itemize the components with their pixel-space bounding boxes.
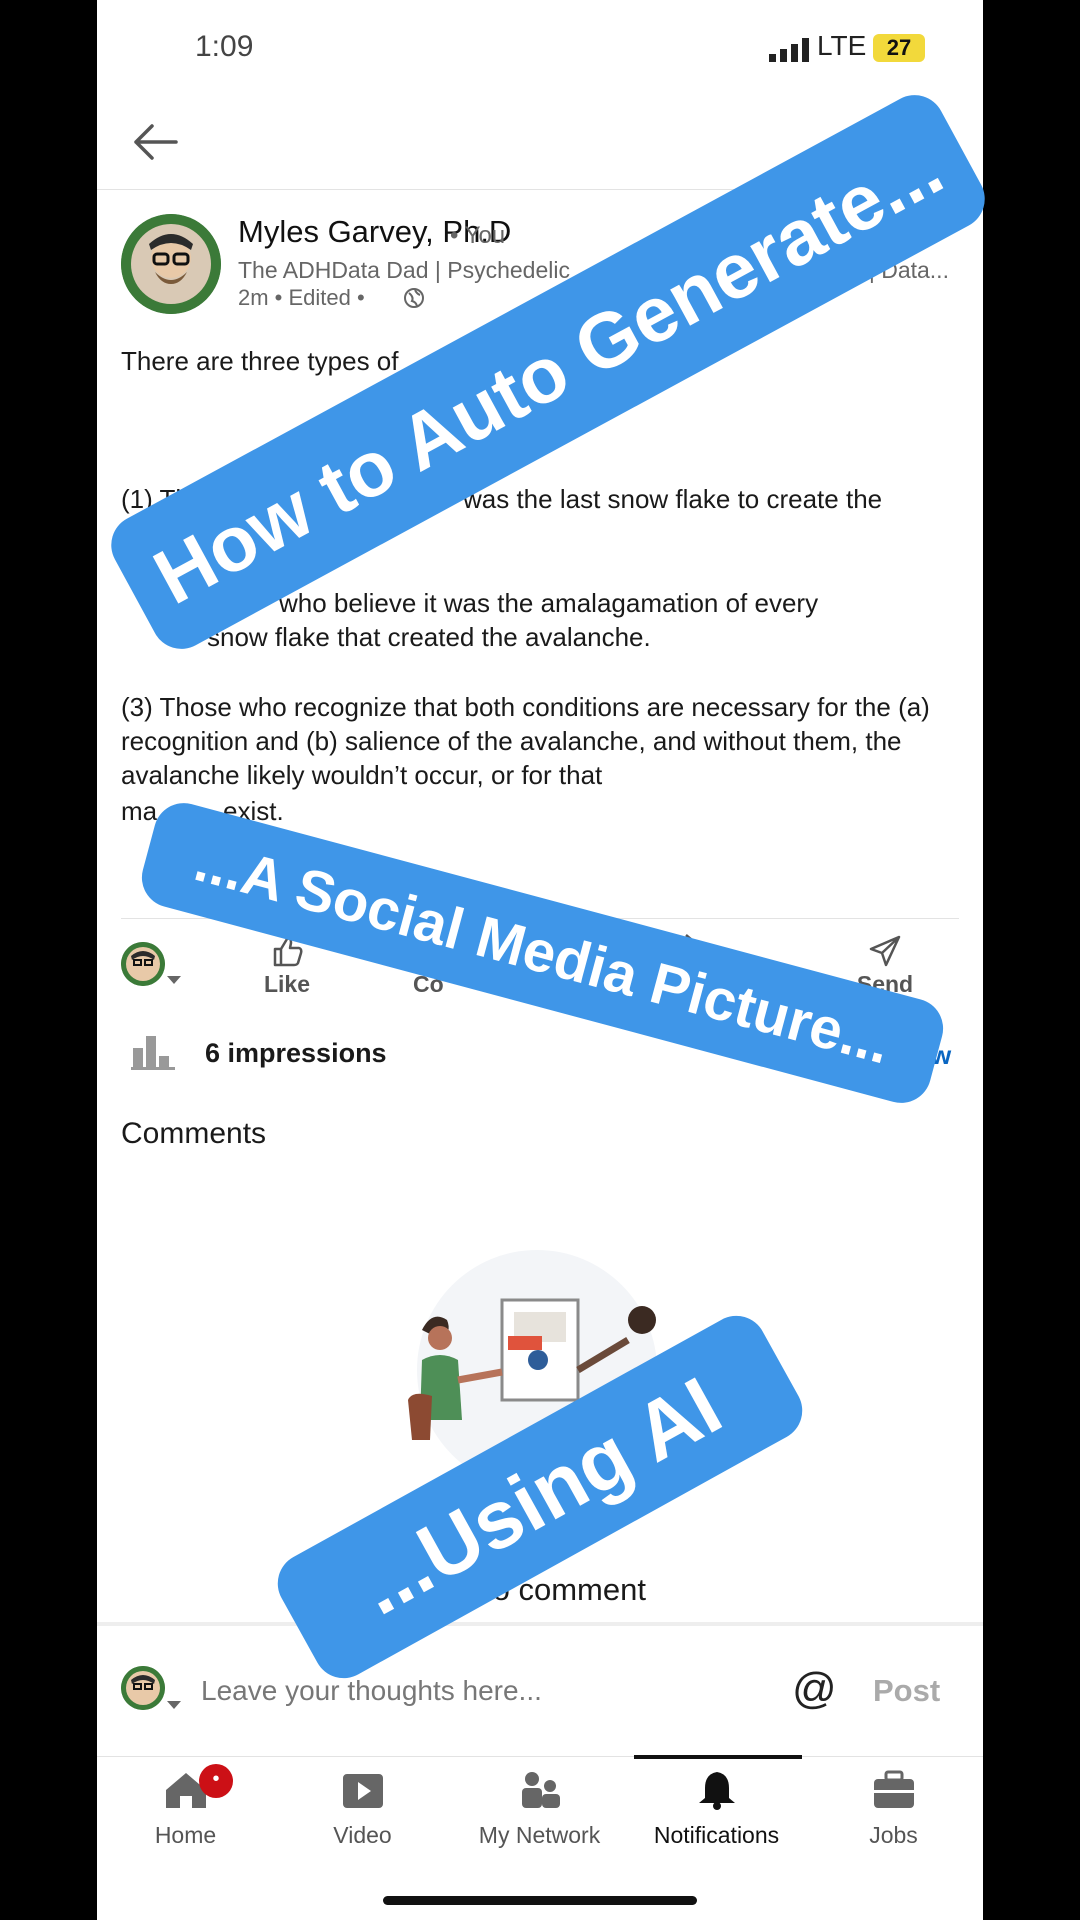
analytics-icon: [131, 1034, 175, 1075]
nav-jobs-label: Jobs: [869, 1822, 918, 1848]
impressions-count[interactable]: 6 impressions: [205, 1038, 387, 1069]
post-meta: 2m • Edited •: [238, 285, 365, 310]
nav-video[interactable]: Video: [274, 1770, 451, 1849]
battery-indicator: 27: [873, 34, 925, 62]
bell-icon: [698, 1772, 735, 1810]
mention-button[interactable]: @: [792, 1664, 837, 1714]
home-indicator: [383, 1896, 697, 1905]
back-arrow-icon[interactable]: [132, 120, 178, 169]
send-icon: [869, 935, 901, 967]
like-label: Like: [263, 971, 311, 997]
author-headline: The ADHData Dad | Psychedelic: [238, 257, 570, 283]
empty-comments-cta: irst to comment: [434, 1572, 646, 1607]
nav-jobs[interactable]: Jobs: [805, 1770, 982, 1849]
post-p2-line2: snow flake that created the avalanche.: [207, 622, 651, 652]
nav-home-label: Home: [154, 1822, 217, 1848]
home-notification-badge: •: [199, 1764, 233, 1798]
nav-active-indicator: [634, 1755, 802, 1759]
comment-input[interactable]: Leave your thoughts here...: [201, 1675, 542, 1707]
post-comment-button[interactable]: Post: [873, 1673, 940, 1709]
nav-my-network[interactable]: My Network: [451, 1770, 628, 1849]
input-divider: [97, 1622, 983, 1626]
video-icon: [342, 1774, 383, 1808]
nav-notifications[interactable]: Notifications: [628, 1770, 805, 1849]
commenter-dropdown-icon[interactable]: [167, 1697, 181, 1715]
actor-avatar[interactable]: [121, 942, 165, 986]
briefcase-icon: [873, 1770, 914, 1808]
network-icon: [521, 1772, 560, 1808]
network-type: LTE: [817, 30, 867, 61]
status-time: 1:09: [195, 30, 254, 63]
nav-video-label: Video: [333, 1822, 392, 1848]
author-relation: • You: [450, 222, 506, 249]
signal-icon: [769, 38, 811, 67]
post-p2-line1: who believe it was the amalagamation of …: [279, 588, 819, 618]
comments-heading: Comments: [121, 1117, 267, 1150]
nav-divider: [97, 1756, 983, 1757]
post-p3: (3) Those who recognize that both condit…: [121, 692, 930, 790]
post-p1-middle: was the last snow flake to create the: [463, 484, 883, 514]
commenter-avatar: [121, 1666, 165, 1710]
actor-dropdown-icon[interactable]: [167, 972, 181, 990]
nav-notifications-label: Notifications: [653, 1822, 780, 1848]
author-avatar[interactable]: [121, 214, 221, 314]
nav-my-network-label: My Network: [478, 1822, 601, 1848]
globe-icon: [403, 287, 425, 314]
nav-home[interactable]: Home: [97, 1770, 274, 1849]
